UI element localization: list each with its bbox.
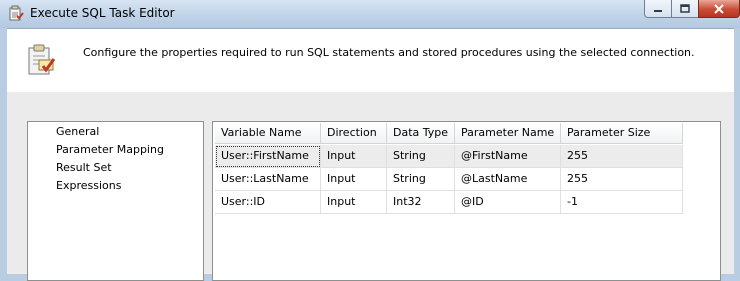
- direction-cell[interactable]: Input: [321, 191, 387, 214]
- title-bar[interactable]: Execute SQL Task Editor: [0, 0, 740, 28]
- caption-buttons: [644, 0, 740, 19]
- data-type-cell[interactable]: Int32: [387, 191, 455, 214]
- dialog-description: Configure the properties required to run…: [83, 46, 695, 59]
- grid-header: Variable Name Direction Data Type Parame…: [215, 123, 683, 144]
- parameter-name-cell[interactable]: @FirstName: [455, 145, 561, 168]
- parameter-name-cell[interactable]: @LastName: [455, 168, 561, 191]
- close-icon: [714, 3, 724, 14]
- parameter-mapping-grid[interactable]: Variable Name Direction Data Type Parame…: [212, 121, 721, 281]
- column-header-parameter-size[interactable]: Parameter Size: [561, 123, 683, 144]
- column-header-data-type[interactable]: Data Type: [387, 123, 455, 144]
- direction-cell[interactable]: Input: [321, 145, 387, 168]
- variable-name-cell[interactable]: User::LastName: [215, 168, 321, 191]
- parameter-size-cell[interactable]: -1: [561, 191, 683, 214]
- parameter-size-cell[interactable]: 255: [561, 145, 683, 168]
- minimize-icon: [654, 9, 662, 12]
- data-type-cell[interactable]: String: [387, 145, 455, 168]
- column-header-direction[interactable]: Direction: [321, 123, 387, 144]
- nav-item-result-set[interactable]: Result Set: [54, 160, 114, 176]
- direction-cell[interactable]: Input: [321, 168, 387, 191]
- minimize-button[interactable]: [644, 0, 672, 18]
- dialog-client-area: Configure the properties required to run…: [7, 29, 734, 281]
- maximize-icon: [680, 4, 690, 13]
- data-type-cell[interactable]: String: [387, 168, 455, 191]
- execute-sql-task-icon: [9, 5, 24, 21]
- clipboard-check-icon: [28, 44, 56, 75]
- column-header-variable-name[interactable]: Variable Name: [215, 123, 321, 144]
- nav-item-expressions[interactable]: Expressions: [54, 178, 123, 194]
- table-row[interactable]: User::ID Input Int32 @ID -1: [215, 191, 683, 214]
- parameter-name-cell[interactable]: @ID: [455, 191, 561, 214]
- column-header-parameter-name[interactable]: Parameter Name: [455, 123, 561, 144]
- dialog-body: General Parameter Mapping Result Set Exp…: [7, 92, 734, 281]
- variable-name-cell[interactable]: User::FirstName: [215, 145, 321, 168]
- window-title: Execute SQL Task Editor: [30, 6, 175, 20]
- table-row[interactable]: User::LastName Input String @LastName 25…: [215, 168, 683, 191]
- page-navigation: General Parameter Mapping Result Set Exp…: [27, 121, 204, 281]
- nav-item-parameter-mapping[interactable]: Parameter Mapping: [54, 142, 166, 158]
- close-button[interactable]: [698, 0, 740, 18]
- parameter-size-cell[interactable]: 255: [561, 168, 683, 191]
- nav-item-general[interactable]: General: [54, 124, 101, 140]
- table-row[interactable]: User::FirstName Input String @FirstName …: [215, 145, 683, 168]
- variable-name-cell[interactable]: User::ID: [215, 191, 321, 214]
- dialog-header: Configure the properties required to run…: [7, 29, 734, 92]
- maximize-button[interactable]: [671, 0, 699, 18]
